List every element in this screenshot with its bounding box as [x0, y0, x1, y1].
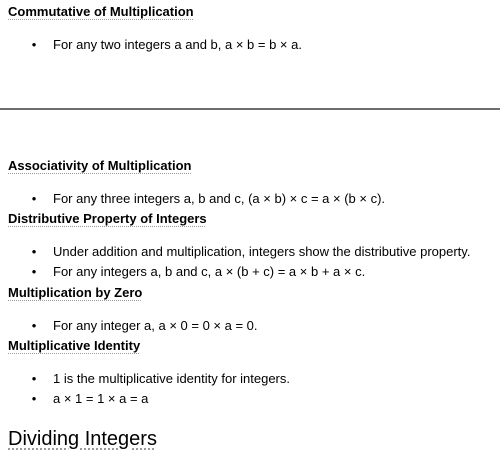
- heading-multiplication-by-zero: Multiplication by Zero: [8, 285, 143, 300]
- bullet: •: [31, 191, 37, 206]
- list-item: • For any two integers a and b, a × b = …: [0, 36, 500, 54]
- list-item: • a × 1 = 1 × a = a: [0, 390, 500, 408]
- list-item: • 1 is the multiplicative identity for i…: [0, 370, 500, 388]
- bullet: •: [31, 318, 37, 333]
- list-item: • Under addition and multiplication, int…: [0, 243, 500, 261]
- bullet: •: [31, 371, 37, 386]
- list-item-text: For any two integers a and b, a × b = b …: [53, 37, 302, 52]
- bullet: •: [31, 244, 37, 259]
- heading-distributive: Distributive Property of Integers: [8, 211, 207, 226]
- list-item-text: a × 1 = 1 × a = a: [53, 391, 149, 406]
- list-item-text: For any integer a, a × 0 = 0 × a = 0.: [53, 318, 258, 333]
- bullet: •: [31, 264, 37, 279]
- section-title-dividing-integers: Dividing Integers: [8, 428, 157, 450]
- list-item-text: For any integers a, b and c, a × (b + c)…: [53, 264, 366, 279]
- list-item-text: 1 is the multiplicative identity for int…: [53, 371, 290, 386]
- heading-associativity: Associativity of Multiplication: [8, 158, 192, 173]
- list-item-text: For any three integers a, b and c, (a × …: [53, 191, 386, 206]
- heading-multiplicative-identity: Multiplicative Identity: [8, 338, 141, 353]
- bullet: •: [31, 37, 37, 52]
- list-item-text: Under addition and multiplication, integ…: [53, 244, 471, 259]
- heading-commutative: Commutative of Multiplication: [8, 4, 194, 19]
- list-item: • For any three integers a, b and c, (a …: [0, 190, 500, 208]
- bullet: •: [31, 391, 37, 406]
- divider: [0, 108, 500, 110]
- list-item: • For any integer a, a × 0 = 0 × a = 0.: [0, 317, 500, 335]
- list-item: • For any integers a, b and c, a × (b + …: [0, 263, 500, 281]
